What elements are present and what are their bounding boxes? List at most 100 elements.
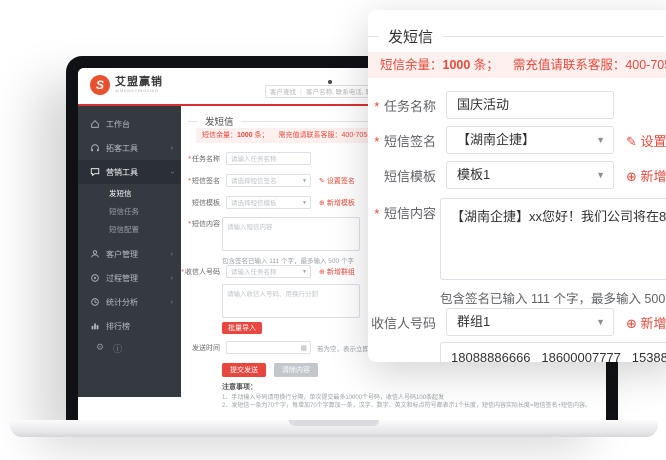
title-rule-right bbox=[443, 36, 664, 37]
sidebar-label: 拓客工具 bbox=[106, 143, 171, 154]
sms-content-textarea[interactable]: 【湖南企捷】xx您好！我们公司将在8-28至8月 bbox=[440, 198, 666, 280]
submit-send-button[interactable]: 提交发送 bbox=[222, 363, 266, 377]
send-time-input[interactable]: ▦ bbox=[226, 341, 311, 354]
field-label: 短信模板 bbox=[384, 169, 436, 184]
select-placeholder: 请选择短信模板 bbox=[231, 200, 277, 207]
field-label: 短信模板 bbox=[192, 200, 220, 207]
form-row-signature: * 短信签名 【湖南企捷】▼ ✎ 设置签名 bbox=[368, 126, 666, 154]
link-label: 新增群组 bbox=[641, 316, 666, 331]
plus-circle-icon: ⊕ bbox=[319, 200, 325, 207]
dropdown-arrow-icon: ▼ bbox=[596, 309, 605, 336]
info-icon[interactable]: ⓘ bbox=[113, 342, 122, 355]
task-name-input[interactable]: 国庆活动 bbox=[446, 91, 614, 119]
required-asterisk: * bbox=[374, 99, 379, 114]
edit-icon: ✎ bbox=[626, 134, 637, 149]
form-row-sendtime: 发送时间 ▦ 若为空，表示立即发送 bbox=[178, 341, 382, 354]
plus-circle-icon: ⊕ bbox=[319, 269, 325, 276]
template-select[interactable]: 模板1▼ bbox=[446, 161, 614, 189]
sms-content-textarea[interactable]: 请输入短信内容 bbox=[222, 217, 360, 251]
notice-line-2: 2、发短信一条为70个字，每增加70个字算加一条，汉字、数字、英文和标点符号都表… bbox=[222, 400, 591, 409]
form-row-recipients: *收信人号码 请输入任务名称▼ ⊕ 新增群组 bbox=[178, 265, 355, 278]
add-template-link[interactable]: ⊕ 新增模板 bbox=[319, 198, 355, 208]
link-label: 设置签名 bbox=[327, 178, 355, 185]
brand-logo: S 艾盟赢销 AIMENGYINGXIAO bbox=[90, 75, 163, 95]
set-signature-link[interactable]: ✎ 设置签名 bbox=[626, 131, 666, 150]
sidebar-item-marketing[interactable]: 营销工具 › bbox=[78, 160, 181, 184]
link-label: 新增模板 bbox=[327, 200, 355, 207]
title-rule-left bbox=[188, 121, 198, 122]
sidebar-label: 客户管理 bbox=[106, 249, 171, 260]
banner-unit: 条； bbox=[253, 132, 269, 139]
bulk-import-button[interactable]: 批量导入 bbox=[222, 322, 262, 334]
set-signature-link[interactable]: ✎ 设置签名 bbox=[319, 176, 355, 186]
plus-circle-icon: ⊕ bbox=[626, 316, 637, 331]
sidebar-item-stats[interactable]: 统计分析 › bbox=[78, 290, 181, 314]
clear-content-button[interactable]: 清除内容 bbox=[274, 363, 318, 377]
gear-icon[interactable]: ⚙ bbox=[96, 342, 104, 355]
headset-icon bbox=[90, 143, 100, 153]
content-helper-text: 包含签名已输入 111 个字，最多输入 500 个字 bbox=[222, 255, 354, 265]
add-group-link[interactable]: ⊕ 新增群组 bbox=[626, 313, 666, 332]
sidebar-label: 过程管理 bbox=[106, 273, 171, 284]
signature-select[interactable]: 请选择短信签名 ▼ bbox=[226, 174, 311, 187]
bar-chart-icon bbox=[90, 321, 100, 331]
page-title: 发短信 bbox=[205, 114, 234, 128]
field-label: 短信内容 bbox=[192, 221, 220, 228]
banner-count: 1000 bbox=[443, 58, 471, 72]
form-row-template: 短信模板 请选择短信模板▼ ⊕ 新增模板 bbox=[178, 196, 355, 209]
select-placeholder: 请输入任务名称 bbox=[231, 269, 277, 276]
add-group-link[interactable]: ⊕ 新增群组 bbox=[319, 267, 355, 277]
required-asterisk: * bbox=[374, 134, 379, 149]
dropdown-arrow-icon: ▼ bbox=[596, 127, 605, 154]
sidebar-item-prospect[interactable]: 拓客工具 › bbox=[78, 136, 181, 160]
brand-subtitle: AIMENGYINGXIAO bbox=[115, 88, 163, 93]
zoom-card: 发短信 短信余量：1000 条；需充值请联系客服：400-705-033 * 任… bbox=[368, 10, 666, 362]
sidebar-subitem-sms-config[interactable]: 短信配置 bbox=[78, 220, 181, 238]
select-placeholder: 请选择短信签名 bbox=[231, 178, 277, 185]
dropdown-arrow-icon: ▼ bbox=[302, 266, 307, 278]
task-name-input[interactable]: 请输入任务名称 bbox=[226, 152, 311, 165]
form-row-content: * 短信内容 bbox=[368, 198, 446, 222]
link-label: 新增模板 bbox=[641, 169, 666, 184]
field-label: 发送时间 bbox=[192, 345, 220, 352]
required-asterisk: * bbox=[188, 156, 191, 163]
recipient-numbers-box[interactable]: 18088886666 18600007777 15388886666 bbox=[440, 342, 666, 362]
field-label: 短信签名 bbox=[192, 178, 220, 185]
field-label: 任务名称 bbox=[384, 99, 436, 114]
banner-service: 需充值请联系客服：400-705-033 bbox=[513, 58, 666, 72]
sidebar-item-process[interactable]: 过程管理 › bbox=[78, 266, 181, 290]
brand-name: 艾盟赢销 bbox=[115, 77, 163, 88]
sidebar-subitem-send-sms[interactable]: 发短信 bbox=[78, 184, 181, 202]
banner-prefix: 短信余量： bbox=[202, 132, 237, 139]
signature-select[interactable]: 【湖南企捷】▼ bbox=[446, 126, 614, 154]
link-label: 新增群组 bbox=[327, 269, 355, 276]
add-template-link[interactable]: ⊕ 新增模板 bbox=[626, 166, 666, 185]
sidebar-label: 营销工具 bbox=[106, 167, 171, 178]
sidebar-subitem-sms-task[interactable]: 短信任务 bbox=[78, 202, 181, 220]
user-icon bbox=[90, 249, 100, 259]
content-helper-text: 包含签名已输入 111 个字，最多输入 500 个字 bbox=[440, 288, 666, 307]
recipient-numbers-textarea[interactable]: 请输入收信人号码、用换行分割 bbox=[222, 284, 360, 318]
sidebar-label: 排行榜 bbox=[106, 321, 173, 332]
sidebar-item-workbench[interactable]: 工作台 bbox=[78, 112, 181, 136]
recipient-group-select[interactable]: 群组1▼ bbox=[446, 308, 614, 336]
sidebar-item-customer[interactable]: 客户管理 › bbox=[78, 242, 181, 266]
chevron-right-icon: › bbox=[171, 299, 173, 306]
form-row-content: *短信内容 bbox=[178, 217, 226, 229]
calendar-icon: ▦ bbox=[300, 342, 307, 354]
chat-bubble-icon bbox=[90, 167, 100, 177]
plus-circle-icon: ⊕ bbox=[626, 169, 637, 184]
edit-icon: ✎ bbox=[319, 178, 325, 185]
chevron-down-icon: › bbox=[168, 171, 175, 173]
chevron-right-icon: › bbox=[171, 275, 173, 282]
recipient-group-select[interactable]: 请输入任务名称 ▼ bbox=[226, 265, 311, 278]
dropdown-arrow-icon: ▼ bbox=[302, 175, 307, 187]
notice-title: 注意事项： bbox=[222, 382, 257, 392]
field-label: 收信人号码 bbox=[371, 316, 436, 331]
sms-balance-banner: 短信余量：1000 条；需充值请联系客服：400-705-033 bbox=[368, 52, 666, 78]
chevron-right-icon: › bbox=[171, 145, 173, 152]
sidebar-item-rank[interactable]: 排行榜 bbox=[78, 314, 181, 338]
field-label: 短信签名 bbox=[384, 134, 436, 149]
template-select[interactable]: 请选择短信模板▼ bbox=[226, 196, 311, 209]
sidebar-label: 统计分析 bbox=[106, 297, 171, 308]
